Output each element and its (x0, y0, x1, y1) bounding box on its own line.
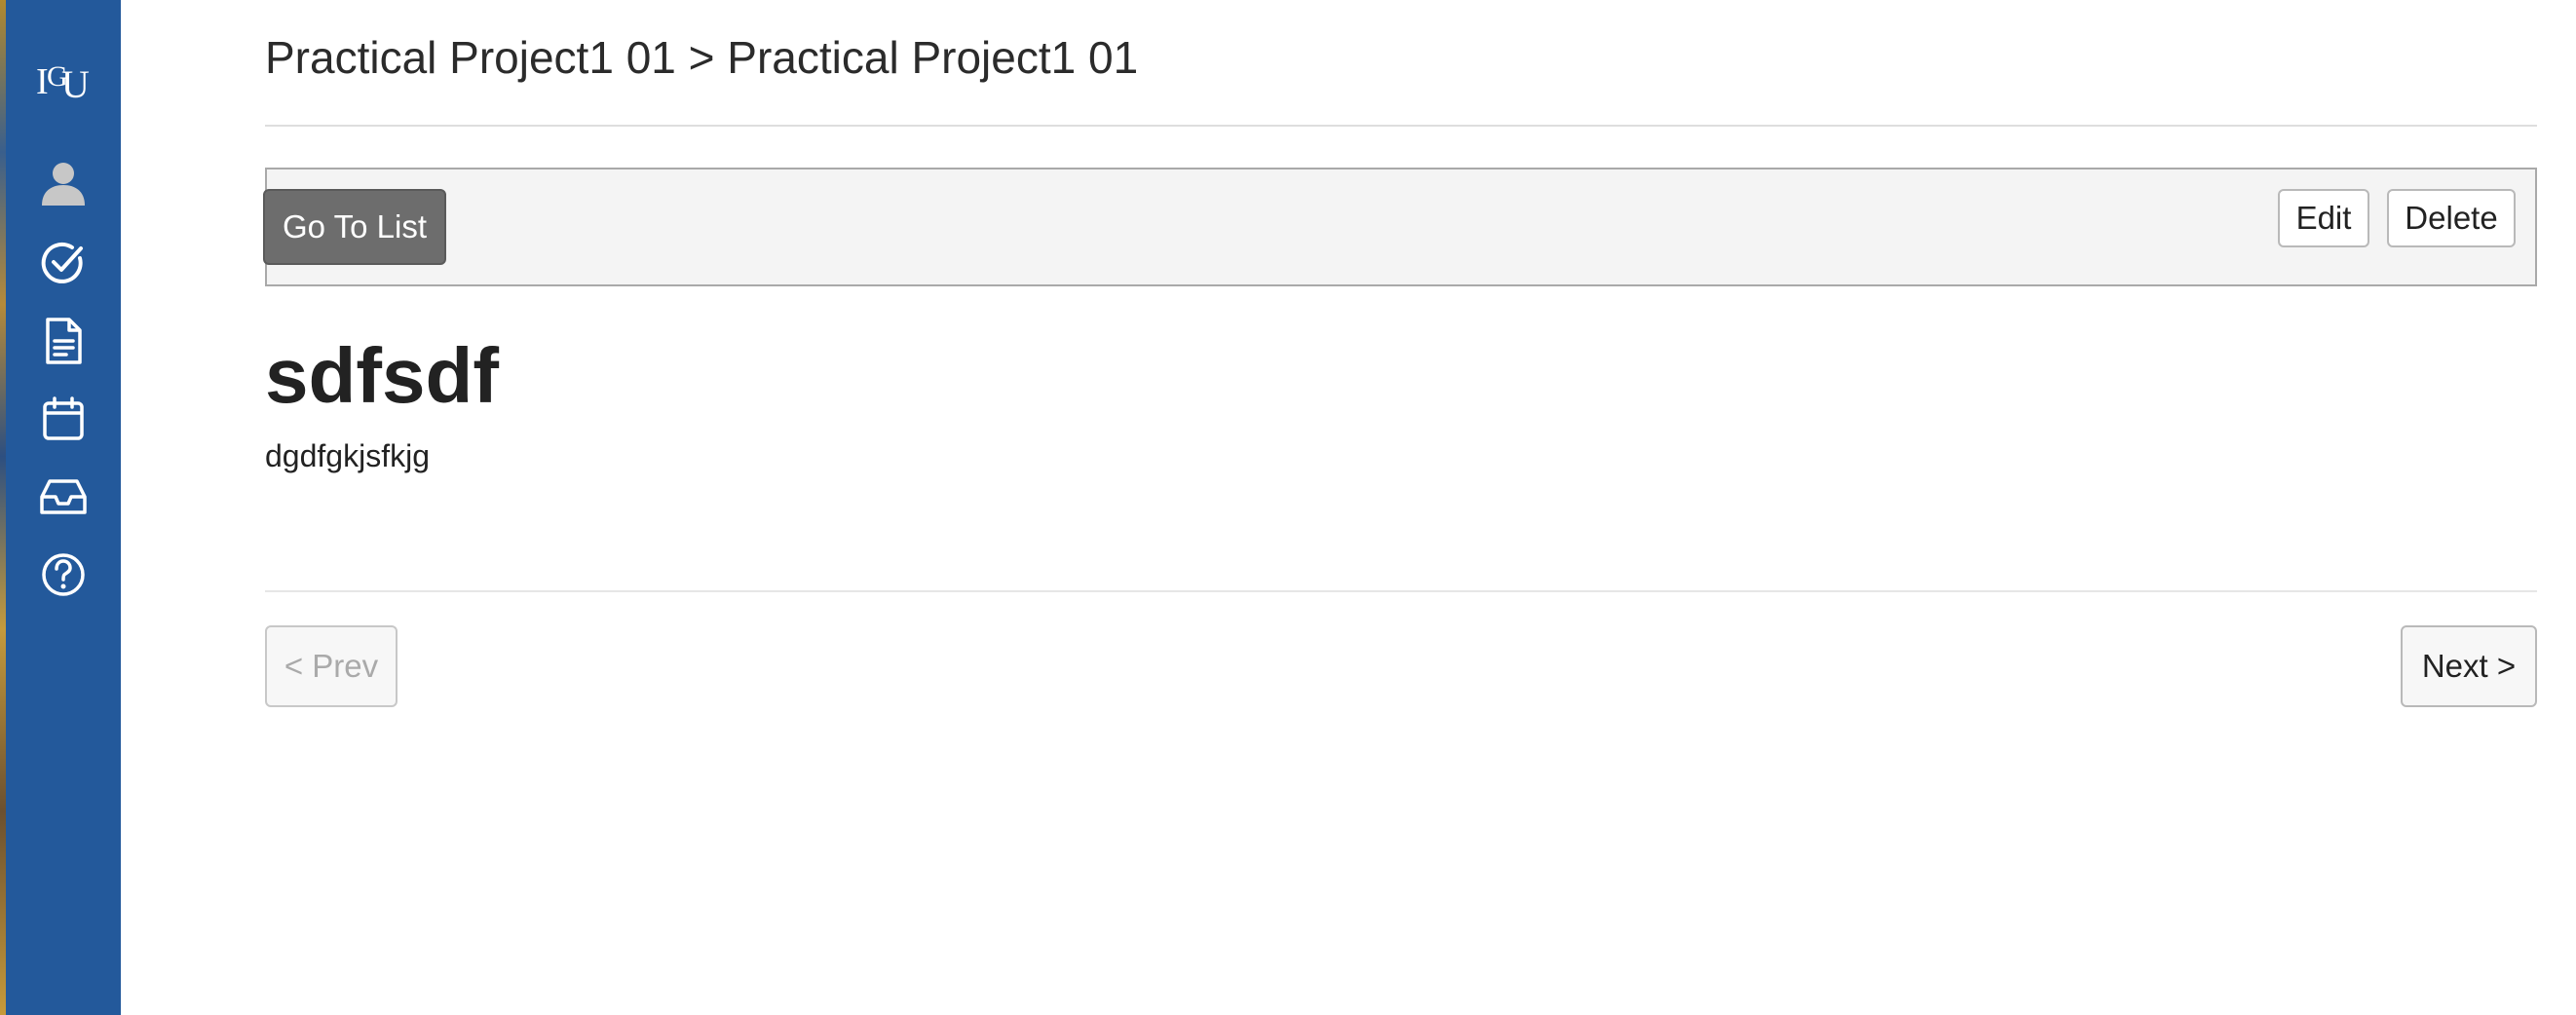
sidebar-item-documents[interactable] (6, 314, 121, 368)
check-circle-icon (41, 242, 83, 283)
main-content: Practical Project1 01 > Practical Projec… (121, 0, 2576, 1015)
document-icon (46, 318, 82, 364)
title-divider (265, 125, 2537, 127)
next-button[interactable]: Next > (2401, 625, 2537, 707)
edit-button[interactable]: Edit (2278, 189, 2369, 247)
sidebar-item-help[interactable] (6, 547, 121, 602)
post-title: sdfsdf (265, 332, 499, 419)
sidebar-item-tasks[interactable] (6, 236, 121, 290)
go-to-list-button[interactable]: Go To List (263, 189, 446, 265)
breadcrumb: Practical Project1 01 > Practical Projec… (265, 32, 1139, 83)
sidebar: I G U (6, 0, 121, 1015)
sidebar-item-inbox[interactable] (6, 470, 121, 524)
sidebar-item-profile[interactable] (6, 156, 121, 210)
logo[interactable]: I G U (6, 43, 121, 113)
delete-button[interactable]: Delete (2387, 189, 2516, 247)
prev-button[interactable]: < Prev (265, 625, 398, 707)
calendar-icon (43, 396, 84, 440)
inbox-icon (40, 479, 87, 514)
content-divider (265, 590, 2537, 592)
user-icon (42, 163, 85, 206)
action-toolbar (265, 168, 2537, 286)
help-circle-icon (42, 553, 85, 596)
sidebar-item-calendar[interactable] (6, 392, 121, 446)
post-body: dgdfgkjsfkjg (265, 438, 430, 473)
logo-icon: I G U (36, 60, 90, 106)
svg-text:U: U (61, 62, 90, 106)
